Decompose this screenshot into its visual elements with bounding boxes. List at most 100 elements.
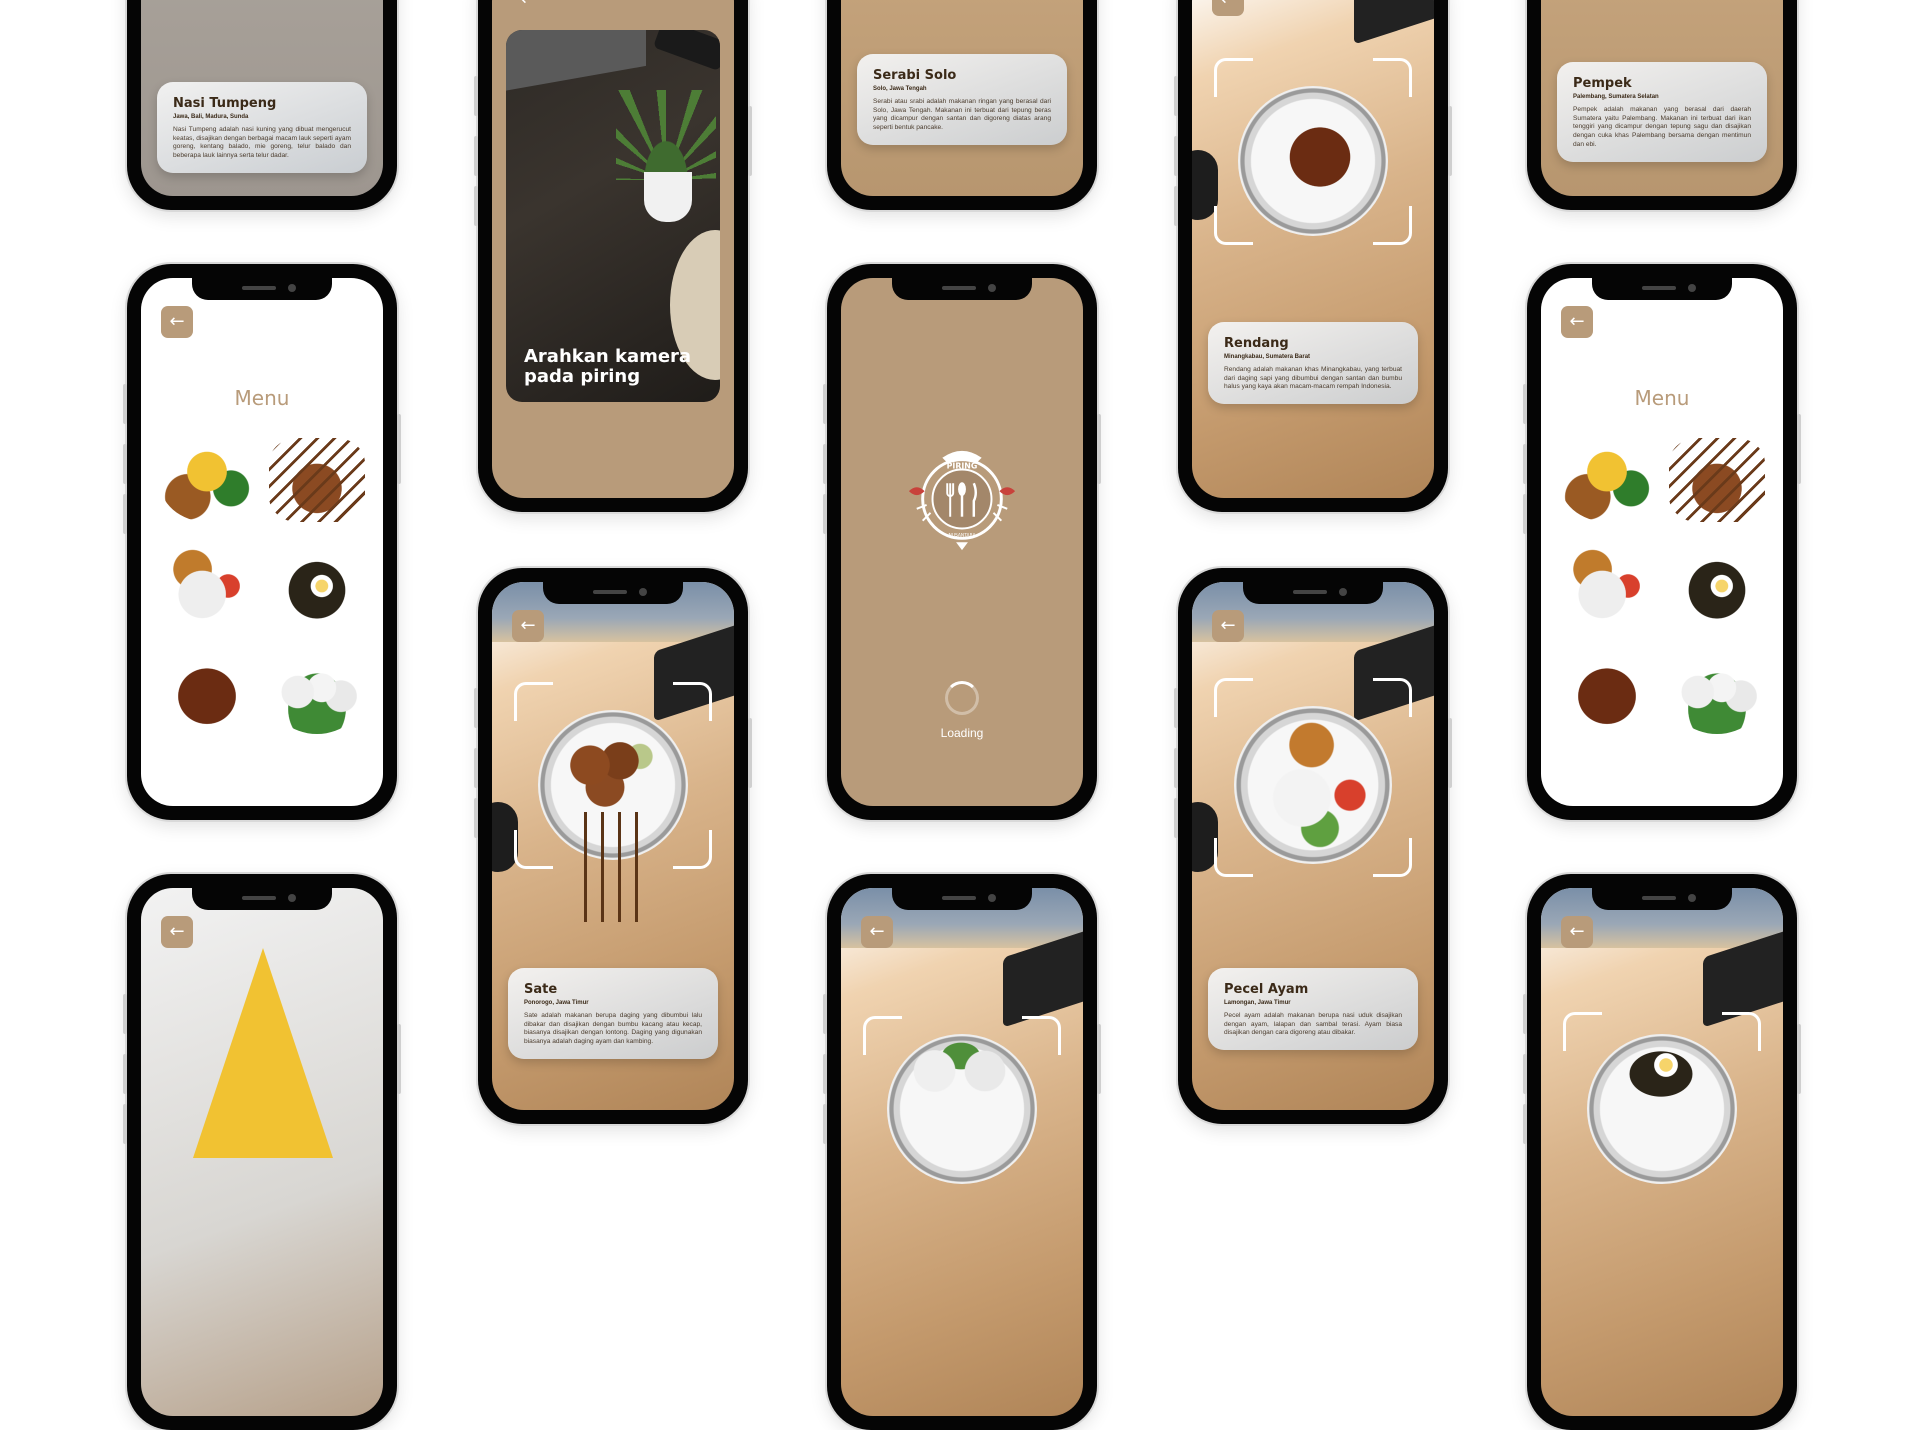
scan-corner bbox=[673, 830, 712, 869]
phone-notch bbox=[892, 888, 1032, 910]
scan-corner bbox=[1022, 1016, 1061, 1055]
tumpeng-3d-model bbox=[193, 948, 333, 1158]
dish-item-nasi-tumpeng[interactable] bbox=[159, 438, 255, 522]
back-button[interactable]: ← bbox=[1212, 610, 1244, 642]
dish-description: Pempek adalah makanan yang berasal dari … bbox=[1573, 106, 1751, 148]
pempek-3d-model bbox=[1611, 1038, 1711, 1098]
dish-description: Serabi atau srabi adalah makanan ringan … bbox=[873, 98, 1051, 132]
scan-corner bbox=[1373, 678, 1412, 717]
ar-screen: ← Sate Ponorogo, Jawa Timur Sate adalah … bbox=[492, 582, 734, 1110]
phone-notch bbox=[1592, 888, 1732, 910]
dish-description: Pecel ayam adalah makanan berupa nasi ud… bbox=[1224, 1012, 1402, 1037]
phone-menu-right: ← Menu bbox=[1523, 264, 1801, 820]
loading-text: Loading bbox=[940, 726, 984, 740]
ar-screen: ← Pecel Ayam Lamongan, Jawa Timur Pecel … bbox=[1192, 582, 1434, 1110]
rendang-3d-model bbox=[1274, 112, 1366, 202]
scan-corner bbox=[1722, 1012, 1761, 1051]
back-button[interactable]: ← bbox=[161, 916, 193, 948]
laptop bbox=[506, 30, 646, 95]
dish-name: Serabi Solo bbox=[873, 68, 957, 83]
arrow-left-icon: ← bbox=[520, 615, 536, 636]
phone-notch bbox=[192, 278, 332, 300]
dish-name: Rendang bbox=[1224, 336, 1289, 351]
camera-view: Arahkan kamera pada piring bbox=[506, 30, 720, 402]
logo-text-top: PIRING bbox=[947, 462, 978, 471]
plant-pot bbox=[644, 172, 692, 222]
scan-corner bbox=[863, 1016, 902, 1055]
phone-rendang-ar: ← Rendang Minangkabau, Sumatera Barat Re… bbox=[1174, 0, 1452, 512]
dish-item-rendang[interactable] bbox=[159, 650, 255, 734]
dish-item-pempek[interactable] bbox=[269, 544, 365, 628]
arrow-left-icon: ← bbox=[169, 311, 185, 332]
phone-sate-ar: ← Sate Ponorogo, Jawa Timur Sate adalah … bbox=[474, 568, 752, 1124]
arrow-left-icon: ← bbox=[1220, 0, 1235, 10]
scan-corner bbox=[673, 682, 712, 721]
scan-corner bbox=[1373, 838, 1412, 877]
arrow-left-icon: ← bbox=[1220, 615, 1236, 636]
ar-screen: ← Rendang Minangkabau, Sumatera Barat Re… bbox=[1192, 0, 1434, 498]
phone-notch bbox=[1243, 582, 1383, 604]
dish-item-serabi-solo[interactable] bbox=[269, 650, 365, 734]
camera-screen: ← Arahkan kamera pada piring bbox=[492, 0, 734, 498]
dish-item-pecel-ayam[interactable] bbox=[159, 544, 255, 628]
phone-serabi-ar: Serabi Solo Solo, Jawa Tengah Serabi ata… bbox=[827, 0, 1097, 210]
scan-corner bbox=[1214, 678, 1253, 717]
dish-origin: Jawa, Bali, Madura, Sunda bbox=[173, 114, 249, 120]
camera-hint-line-1: Arahkan kamera bbox=[524, 345, 692, 367]
dish-item-nasi-tumpeng[interactable] bbox=[1559, 438, 1655, 522]
dish-item-pempek[interactable] bbox=[1669, 544, 1765, 628]
camera-hint-line-2: pada piring bbox=[524, 366, 641, 388]
scan-corner bbox=[1373, 58, 1412, 97]
dish-name: Sate bbox=[524, 982, 558, 997]
phone-notch bbox=[192, 888, 332, 910]
menu-title: Menu bbox=[234, 386, 290, 410]
back-button[interactable]: ← bbox=[1212, 0, 1244, 16]
ar-screen: ← bbox=[141, 888, 383, 1416]
phone-splash-loading: PIRING NUSANTARA Loading bbox=[823, 264, 1101, 820]
scan-corner bbox=[514, 682, 553, 721]
dish-item-sate[interactable] bbox=[269, 438, 365, 522]
phone-pecel-ayam-ar: ← Pecel Ayam Lamongan, Jawa Timur Pecel … bbox=[1174, 568, 1452, 1124]
serabi-3d-model bbox=[901, 1038, 1021, 1098]
menu-screen: ← Menu bbox=[1541, 278, 1783, 806]
scan-corner bbox=[1214, 206, 1253, 245]
dish-description: Nasi Tumpeng adalah nasi kuning yang dib… bbox=[173, 126, 351, 160]
phone-notch bbox=[892, 278, 1032, 300]
scan-corner bbox=[514, 830, 553, 869]
arrow-left-icon: ← bbox=[1569, 311, 1585, 332]
pecel-ayam-3d-model bbox=[1254, 716, 1374, 848]
menu-title: Menu bbox=[1634, 386, 1690, 410]
info-card-sate: Sate Ponorogo, Jawa Timur Sate adalah ma… bbox=[508, 968, 718, 1059]
piring-nusantara-logo: PIRING NUSANTARA bbox=[908, 450, 1016, 551]
dish-item-rendang[interactable] bbox=[1559, 650, 1655, 734]
dish-item-sate[interactable] bbox=[1669, 438, 1765, 522]
back-button[interactable]: ← bbox=[1561, 306, 1593, 338]
back-button[interactable]: ← bbox=[161, 306, 193, 338]
menu-screen: ← Menu bbox=[141, 278, 383, 806]
dish-description: Rendang adalah makanan khas Minangkabau,… bbox=[1224, 366, 1402, 391]
phone-object bbox=[652, 30, 720, 72]
phone-camera-hint: ← Arahkan kamera pada piring bbox=[474, 0, 752, 512]
arrow-left-icon: ← bbox=[169, 921, 185, 942]
scan-corner bbox=[1373, 206, 1412, 245]
sate-skewers bbox=[570, 812, 650, 922]
back-button[interactable]: ← bbox=[861, 916, 893, 948]
dish-origin: Lamongan, Jawa Timur bbox=[1224, 1000, 1291, 1006]
phone-notch bbox=[543, 582, 683, 604]
splash-screen: PIRING NUSANTARA Loading bbox=[841, 278, 1083, 806]
info-card-serabi-solo: Serabi Solo Solo, Jawa Tengah Serabi ata… bbox=[857, 54, 1067, 145]
ar-screen: Nasi Tumpeng Jawa, Bali, Madura, Sunda N… bbox=[141, 0, 383, 196]
info-card-rendang: Rendang Minangkabau, Sumatera Barat Rend… bbox=[1208, 322, 1418, 405]
dish-item-pecel-ayam[interactable] bbox=[1559, 544, 1655, 628]
dish-item-serabi-solo[interactable] bbox=[1669, 650, 1765, 734]
back-button[interactable]: ← bbox=[512, 610, 544, 642]
dish-description: Sate adalah makanan berupa daging yang d… bbox=[524, 1012, 702, 1046]
back-button[interactable]: ← bbox=[1561, 916, 1593, 948]
camera-hint-text: Arahkan kamera pada piring bbox=[524, 345, 692, 388]
sate-3d-model bbox=[560, 730, 660, 818]
loading-spinner bbox=[945, 681, 979, 715]
info-card-nasi-tumpeng: Nasi Tumpeng Jawa, Bali, Madura, Sunda N… bbox=[157, 82, 367, 173]
phone-menu-left: ← Menu bbox=[123, 264, 401, 820]
back-button[interactable]: ← bbox=[512, 0, 544, 16]
phone-tumpeng-ar-bottom: ← bbox=[123, 874, 401, 1430]
